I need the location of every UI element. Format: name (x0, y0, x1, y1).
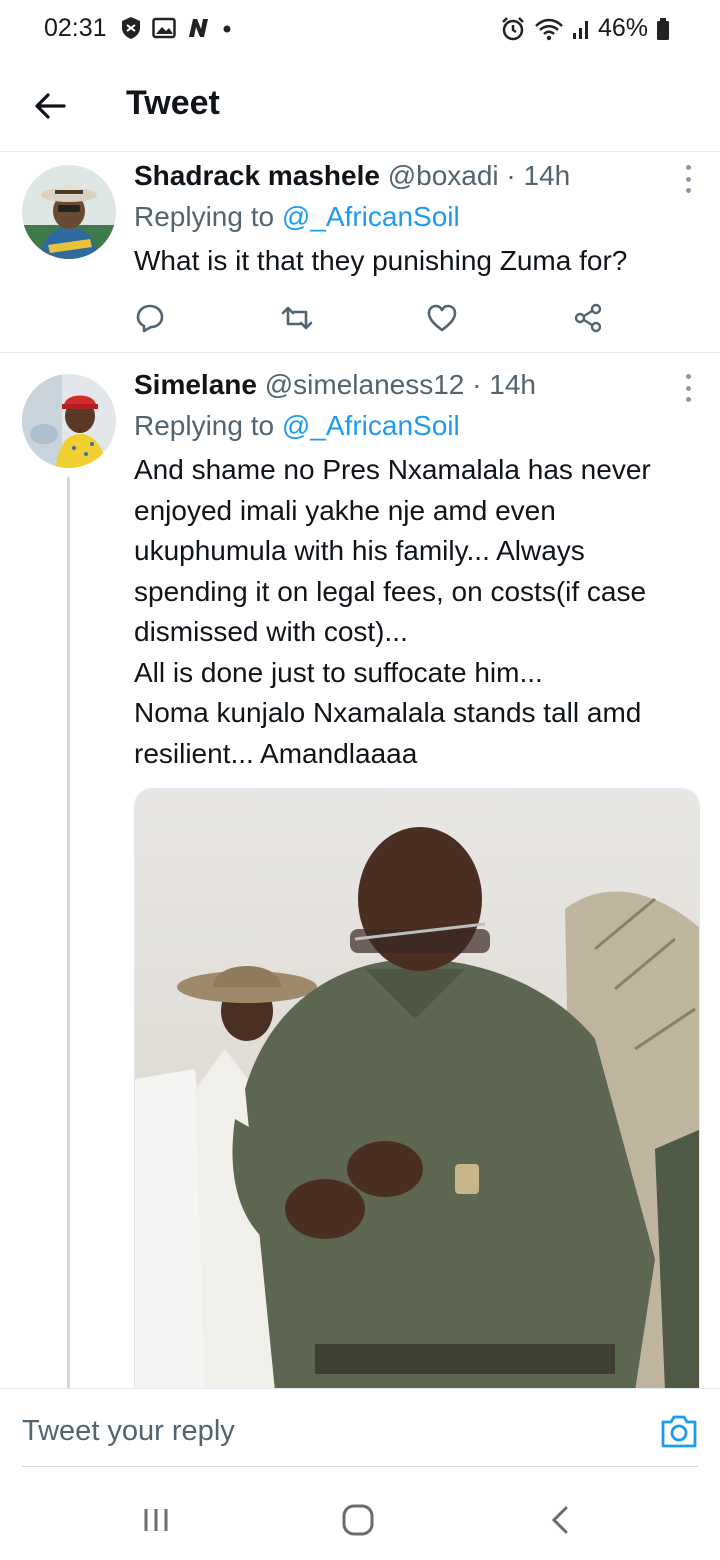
separator-dot: · (472, 369, 482, 400)
tweet-header: Simelane @simelaness12 · 14h (134, 368, 700, 402)
reply-bar (0, 1388, 720, 1470)
tweet-time: 14h (523, 160, 571, 191)
status-bar: 02:31 46% (0, 0, 720, 60)
page-title: Tweet (126, 84, 220, 122)
replying-to: Replying to @_AfricanSoil (134, 197, 700, 237)
back-icon (551, 1506, 568, 1534)
signal-icon (572, 20, 588, 39)
author-handle[interactable]: @boxadi (388, 160, 499, 191)
like-icon (427, 304, 457, 332)
camera-icon (661, 1415, 697, 1448)
tweet-photo[interactable] (134, 788, 700, 1390)
author-name[interactable]: Simelane (134, 369, 257, 400)
image-icon (152, 17, 176, 39)
like-button[interactable] (426, 300, 572, 336)
recent-apps-icon (144, 1509, 168, 1531)
camera-button[interactable] (660, 1413, 698, 1449)
share-button[interactable] (572, 300, 718, 336)
tweet-actions (134, 300, 718, 336)
reply-icon (136, 304, 164, 333)
retweet-button[interactable] (280, 300, 426, 336)
reply-input[interactable] (22, 1411, 622, 1451)
tweet-time: 14h (489, 369, 536, 400)
recent-apps-button[interactable] (136, 1500, 176, 1540)
replying-prefix: Replying to (134, 410, 275, 441)
share-icon (574, 303, 602, 333)
avatar[interactable] (22, 374, 116, 468)
more-options-icon[interactable] (684, 374, 692, 402)
arrow-left-icon (35, 93, 66, 119)
home-icon (342, 1504, 374, 1536)
replying-to-link[interactable]: @_AfricanSoil (282, 201, 460, 232)
avatar[interactable] (22, 165, 116, 259)
battery-percent: 46% (597, 14, 648, 42)
system-nav-bar (0, 1470, 720, 1560)
author-name[interactable]: Shadrack mashele (134, 160, 380, 191)
tweet-reply[interactable]: Shadrack mashele @boxadi · 14h Replying … (0, 153, 720, 353)
author-handle[interactable]: @simelaness12 (265, 369, 465, 400)
home-button[interactable] (338, 1500, 378, 1540)
dot-icon (223, 25, 231, 33)
battery-icon (657, 17, 669, 40)
more-options-icon[interactable] (684, 165, 692, 193)
tweet-text: And shame no Pres Nxamalala has never en… (134, 454, 651, 769)
tweet-text: What is it that they punishing Zuma for? (134, 245, 628, 276)
tweet-header: Shadrack mashele @boxadi · 14h (134, 159, 700, 193)
separator-dot: · (506, 160, 516, 191)
replying-prefix: Replying to (134, 201, 275, 232)
retweet-icon (281, 306, 313, 330)
shield-icon (122, 17, 140, 39)
replying-to-link[interactable]: @_AfricanSoil (282, 410, 460, 441)
thread-line (67, 477, 70, 1388)
wifi-icon (535, 18, 563, 40)
divider (22, 1466, 698, 1467)
app-header: Tweet (0, 60, 720, 152)
alarm-icon (502, 16, 524, 40)
replying-to: Replying to @_AfricanSoil (134, 406, 700, 446)
reply-button[interactable] (134, 300, 280, 336)
status-time: 02:31 (44, 14, 107, 42)
n-app-icon (189, 19, 208, 37)
back-button[interactable] (30, 86, 70, 126)
system-back-button[interactable] (540, 1500, 580, 1540)
